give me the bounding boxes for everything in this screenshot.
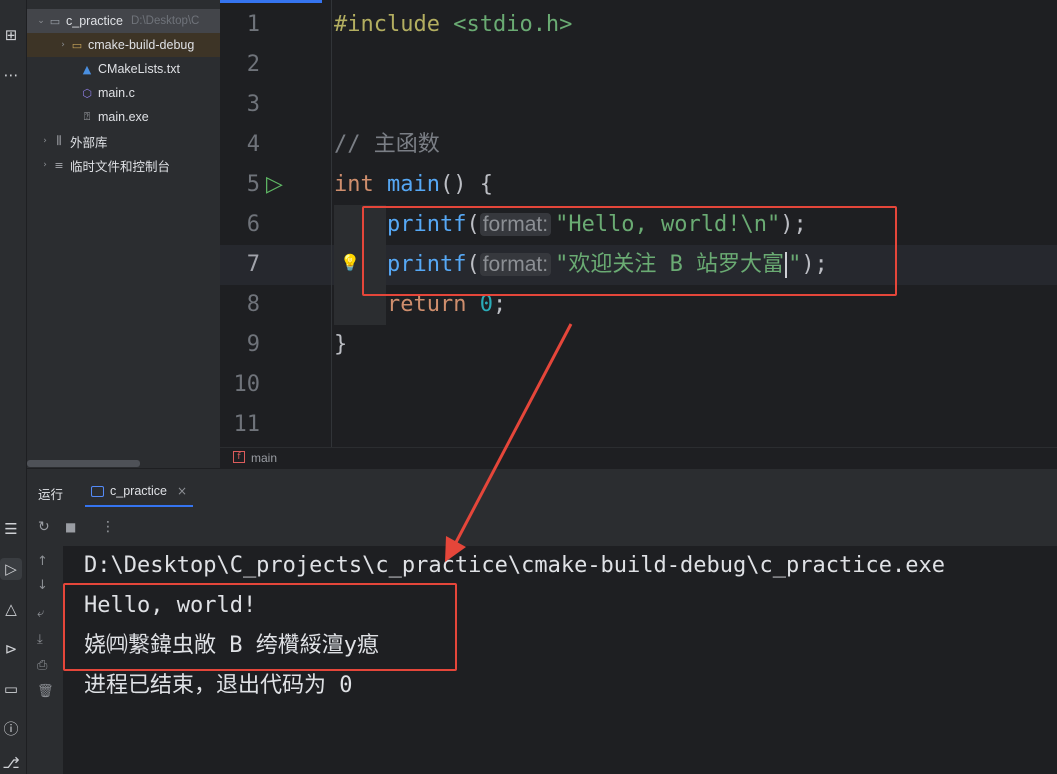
annotation-arrow-icon (445, 323, 573, 562)
